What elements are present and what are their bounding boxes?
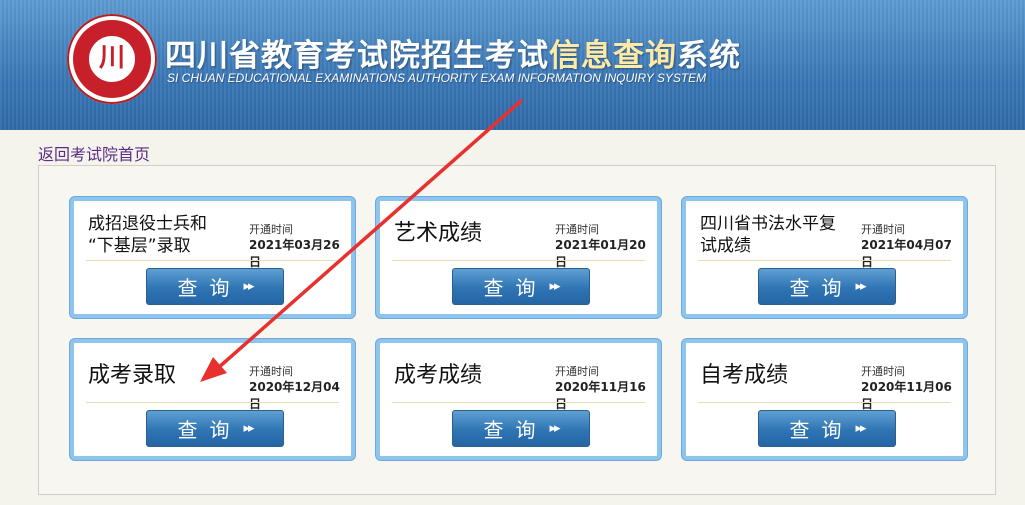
open-time-label: 开通时间 xyxy=(555,365,599,378)
query-button[interactable]: 查询 ▸▸ xyxy=(146,410,284,447)
card-adult-exam-admission: 成考录取 开通时间 2020年12月04日 查询 ▸▸ xyxy=(70,339,355,460)
double-arrow-icon: ▸▸ xyxy=(243,279,254,294)
double-arrow-icon: ▸▸ xyxy=(243,421,254,436)
double-arrow-icon: ▸▸ xyxy=(855,279,866,294)
open-time-date: 2020年11月06日 xyxy=(861,380,952,411)
query-button[interactable]: 查询 ▸▸ xyxy=(452,410,590,447)
open-time-date: 2021年04月07日 xyxy=(861,238,952,269)
query-button-label: 查询 xyxy=(789,276,854,300)
back-to-homepage-link[interactable]: 返回考试院首页 xyxy=(38,141,150,165)
card-title: 成招退役士兵和 “下基层”录取 xyxy=(88,213,207,257)
card-title-line2: “下基层”录取 xyxy=(88,236,191,256)
open-time-date: 2021年03月26日 xyxy=(249,238,340,269)
authority-logo: 川 xyxy=(67,14,157,104)
card-self-study-scores: 自考成绩 开通时间 2020年11月06日 查询 ▸▸ xyxy=(682,339,967,460)
card-divider xyxy=(86,402,339,403)
double-arrow-icon: ▸▸ xyxy=(549,279,560,294)
open-time-label: 开通时间 xyxy=(249,223,293,236)
site-title-end: 系统 xyxy=(677,38,741,74)
site-header: 川 四川省教育考试院招生考试信息查询系统 SI CHUAN EDUCATIONA… xyxy=(0,0,1025,130)
query-button[interactable]: 查询 ▸▸ xyxy=(452,268,590,305)
card-divider xyxy=(698,260,951,261)
query-button[interactable]: 查询 ▸▸ xyxy=(758,410,896,447)
query-panel: 成招退役士兵和 “下基层”录取 开通时间 2021年03月26日 查询 ▸▸ 艺术… xyxy=(38,165,996,495)
card-title: 成考录取 xyxy=(88,363,177,388)
query-button[interactable]: 查询 ▸▸ xyxy=(146,268,284,305)
query-button[interactable]: 查询 ▸▸ xyxy=(758,268,896,305)
site-title: 四川省教育考试院招生考试信息查询系统 xyxy=(165,30,741,75)
double-arrow-icon: ▸▸ xyxy=(549,421,560,436)
open-time-label: 开通时间 xyxy=(861,365,905,378)
open-time-date: 2020年11月16日 xyxy=(555,380,646,411)
card-title: 四川省书法水平复 试成绩 xyxy=(700,213,836,257)
open-time-label: 开通时间 xyxy=(861,223,905,236)
open-time-date: 2021年01月20日 xyxy=(555,238,646,269)
site-title-main: 四川省教育考试院招生考试 xyxy=(165,38,549,74)
open-time-label: 开通时间 xyxy=(555,223,599,236)
card-title-line1: 成招退役士兵和 xyxy=(88,214,207,234)
card-title-line1: 四川省书法水平复 xyxy=(700,214,836,234)
card-military-admission: 成招退役士兵和 “下基层”录取 开通时间 2021年03月26日 查询 ▸▸ xyxy=(70,197,355,318)
query-button-label: 查询 xyxy=(483,276,548,300)
open-time-label: 开通时间 xyxy=(249,365,293,378)
logo-emblem: 川 xyxy=(87,34,137,84)
query-button-label: 查询 xyxy=(483,418,548,442)
query-button-label: 查询 xyxy=(177,418,242,442)
site-subtitle: SI CHUAN EDUCATIONAL EXAMINATIONS AUTHOR… xyxy=(167,71,707,85)
card-divider xyxy=(86,260,339,261)
card-title-line2: 试成绩 xyxy=(700,236,751,256)
card-title: 自考成绩 xyxy=(700,363,789,388)
card-adult-exam-scores: 成考成绩 开通时间 2020年11月16日 查询 ▸▸ xyxy=(376,339,661,460)
double-arrow-icon: ▸▸ xyxy=(855,421,866,436)
card-title: 艺术成绩 xyxy=(394,221,483,246)
card-art-scores: 艺术成绩 开通时间 2021年01月20日 查询 ▸▸ xyxy=(376,197,661,318)
open-time-date: 2020年12月04日 xyxy=(249,380,340,411)
card-divider xyxy=(392,402,645,403)
query-button-label: 查询 xyxy=(789,418,854,442)
query-button-label: 查询 xyxy=(177,276,242,300)
card-title: 成考成绩 xyxy=(394,363,483,388)
card-divider xyxy=(392,260,645,261)
card-calligraphy-scores: 四川省书法水平复 试成绩 开通时间 2021年04月07日 查询 ▸▸ xyxy=(682,197,967,318)
site-title-highlight: 信息查询 xyxy=(549,38,677,74)
card-divider xyxy=(698,402,951,403)
